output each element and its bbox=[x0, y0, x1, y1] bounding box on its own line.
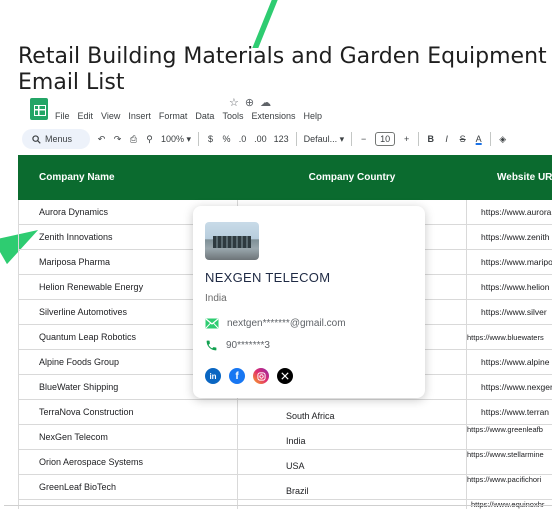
divider bbox=[4, 505, 552, 506]
search-menus[interactable]: Menus bbox=[22, 129, 90, 149]
italic-button[interactable]: I bbox=[442, 134, 451, 144]
divider bbox=[418, 132, 420, 146]
menu-view[interactable]: View bbox=[101, 111, 120, 121]
cell-url[interactable]: https://www.helion bbox=[466, 274, 552, 300]
fill-color-icon[interactable]: ◈ bbox=[498, 134, 507, 145]
table-row: NexGen Telecom India https://www.greenleaf… bbox=[18, 424, 552, 450]
cell-url[interactable]: https://www.nexgentele bbox=[466, 374, 552, 400]
header-company-name[interactable]: Company Name bbox=[18, 155, 238, 200]
sheets-logo-icon[interactable] bbox=[30, 98, 48, 120]
menu-edit[interactable]: Edit bbox=[78, 111, 94, 121]
menu-help[interactable]: Help bbox=[303, 111, 322, 121]
cell-company-name[interactable]: NexGen Telecom bbox=[18, 424, 238, 450]
font-select[interactable]: Defaul... ▾ bbox=[304, 134, 345, 145]
card-country: India bbox=[205, 293, 227, 304]
page-title: Retail Building Materials and Garden Equ… bbox=[18, 44, 547, 95]
header-website-url[interactable]: Website URL bbox=[466, 155, 552, 200]
facebook-icon[interactable]: f bbox=[229, 368, 245, 384]
menu-bar: File Edit View Insert Format Data Tools … bbox=[55, 111, 322, 121]
table-row: GreenLeaf BioTech Brazil https://www.pacif… bbox=[18, 474, 552, 500]
decrease-decimal-button[interactable]: .0 bbox=[238, 134, 247, 144]
undo-icon[interactable]: ↶ bbox=[97, 134, 106, 145]
cell-country[interactable]: Brazil bbox=[237, 474, 467, 500]
zoom-value: 100% bbox=[161, 134, 185, 144]
cloud-status-icon[interactable]: ☁ bbox=[260, 96, 271, 109]
menu-file[interactable]: File bbox=[55, 111, 70, 121]
card-phone[interactable]: 90*******3 bbox=[226, 340, 270, 351]
header-company-country[interactable]: Company Country bbox=[237, 155, 467, 200]
cell-company-name[interactable]: TerraNova Construction bbox=[18, 399, 238, 425]
cell-url[interactable]: https://www.zenith bbox=[466, 224, 552, 250]
table-row: Orion Aerospace Systems USA https://www.st… bbox=[18, 449, 552, 475]
social-links: in f bbox=[205, 368, 293, 384]
font-size-increase-button[interactable]: + bbox=[402, 134, 411, 144]
percent-format-button[interactable]: % bbox=[222, 134, 231, 144]
decorative-green-shape-top bbox=[252, 0, 278, 48]
card-email-row[interactable]: nextgen*******@gmail.com bbox=[205, 318, 346, 329]
increase-decimal-button[interactable]: .00 bbox=[254, 134, 267, 144]
table-row: TerraNova Construction South Africa https:… bbox=[18, 399, 552, 425]
company-detail-card: NEXGEN TELECOM India nextgen*******@gmai… bbox=[193, 206, 425, 398]
zoom-select[interactable]: 100% ▾ bbox=[161, 134, 191, 145]
email-icon bbox=[205, 318, 219, 329]
divider bbox=[351, 132, 353, 146]
card-email[interactable]: nextgen*******@gmail.com bbox=[227, 318, 346, 329]
phone-icon bbox=[206, 340, 217, 351]
search-icon bbox=[32, 134, 41, 144]
cell-url[interactable]: https://www.stellarmine bbox=[466, 449, 552, 475]
linkedin-icon[interactable]: in bbox=[205, 368, 221, 384]
paint-format-icon[interactable]: ⚲ bbox=[145, 134, 154, 145]
table-header-row: Company Name Company Country Website URL bbox=[18, 155, 552, 200]
toolbar: Menus ↶ ↷ ⎙ ⚲ 100% ▾ $ % .0 .00 123 Defa… bbox=[22, 128, 552, 150]
move-folder-icon[interactable]: ⊕ bbox=[245, 96, 254, 109]
card-phone-row[interactable]: 90*******3 bbox=[205, 339, 270, 352]
divider bbox=[295, 132, 297, 146]
font-value: Defaul... bbox=[303, 134, 338, 144]
font-size-decrease-button[interactable]: − bbox=[359, 134, 368, 144]
title-icons: ☆ ⊕ ☁ bbox=[229, 96, 271, 109]
text-color-button[interactable]: A bbox=[474, 134, 483, 144]
x-icon[interactable] bbox=[277, 368, 293, 384]
cell-url[interactable]: https://www.greenleafb bbox=[466, 424, 552, 450]
divider bbox=[490, 132, 492, 146]
cell-country[interactable]: USA bbox=[237, 449, 467, 475]
cell-url[interactable]: https://www.terran bbox=[466, 399, 552, 425]
print-icon[interactable]: ⎙ bbox=[129, 134, 138, 145]
instagram-icon[interactable] bbox=[253, 368, 269, 384]
menu-insert[interactable]: Insert bbox=[128, 111, 151, 121]
cell-url[interactable]: https://www.alpine bbox=[466, 349, 552, 375]
cell-country[interactable]: South Africa bbox=[237, 399, 467, 425]
bold-button[interactable]: B bbox=[426, 134, 435, 144]
cell-company-name[interactable]: Orion Aerospace Systems bbox=[18, 449, 238, 475]
redo-icon[interactable]: ↷ bbox=[113, 134, 122, 145]
menu-tools[interactable]: Tools bbox=[222, 111, 243, 121]
divider bbox=[198, 132, 200, 146]
cell-url[interactable]: https://www.silver bbox=[466, 299, 552, 325]
cell-company-name[interactable]: GreenLeaf BioTech bbox=[18, 474, 238, 500]
strikethrough-button[interactable]: S bbox=[458, 134, 467, 144]
company-photo bbox=[205, 222, 259, 260]
search-label: Menus bbox=[45, 134, 73, 144]
cell-url[interactable]: https://www.pacifichori bbox=[466, 474, 552, 500]
cell-country[interactable]: India bbox=[237, 424, 467, 450]
card-company-name: NEXGEN TELECOM bbox=[205, 270, 331, 285]
cell-url[interactable]: https://www.maripo bbox=[466, 249, 552, 275]
menu-data[interactable]: Data bbox=[195, 111, 214, 121]
star-icon[interactable]: ☆ bbox=[229, 96, 239, 109]
cell-url[interactable]: https://www.bluewaters bbox=[466, 324, 552, 350]
number-format-button[interactable]: 123 bbox=[274, 134, 289, 144]
font-size-input[interactable]: 10 bbox=[375, 132, 396, 146]
currency-format-button[interactable]: $ bbox=[206, 134, 215, 144]
menu-extensions[interactable]: Extensions bbox=[251, 111, 295, 121]
menu-format[interactable]: Format bbox=[159, 111, 188, 121]
cell-url[interactable]: https://www.aurora bbox=[466, 199, 552, 225]
